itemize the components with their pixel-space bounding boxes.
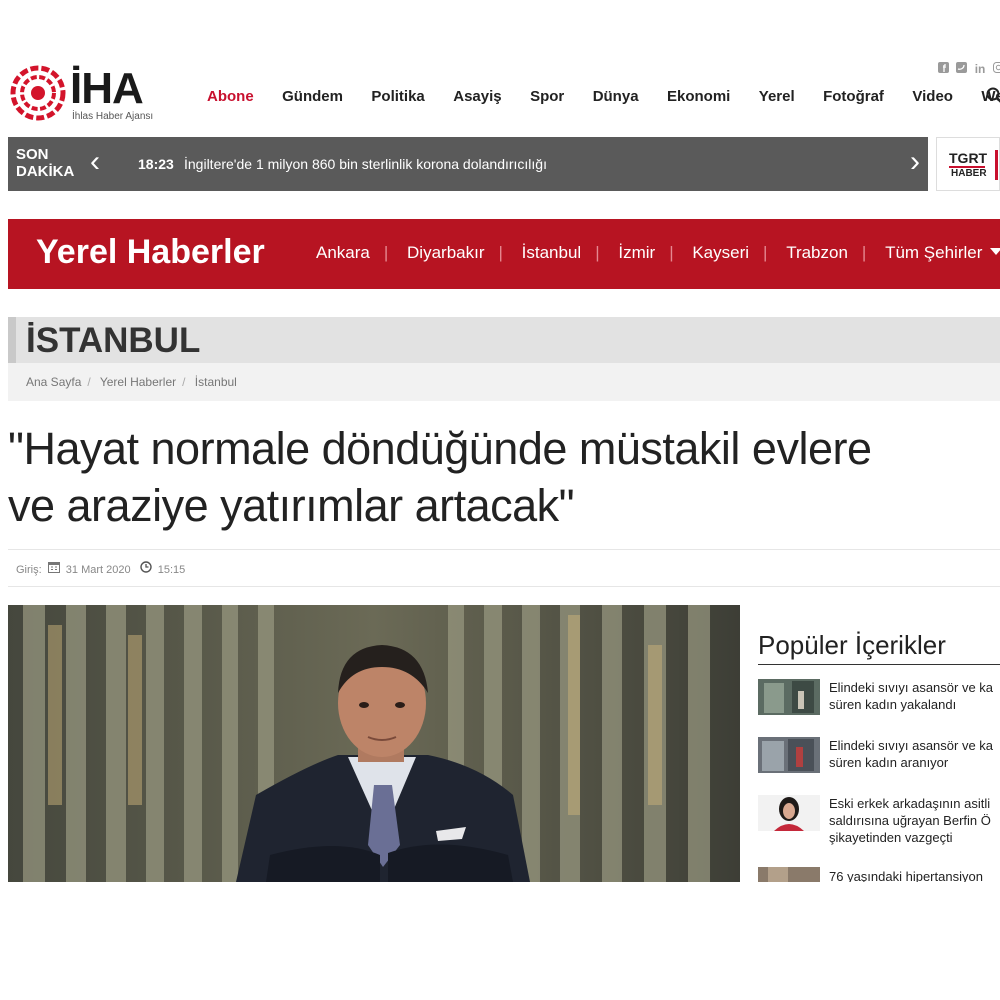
popular-item-text[interactable]: süren kadın aranıyor: [829, 754, 993, 771]
instagram-icon[interactable]: [992, 62, 1000, 76]
city-header: İSTANBUL: [8, 317, 1000, 363]
city-link-izmir[interactable]: İzmir: [618, 243, 655, 263]
popular-thumbnail[interactable]: [758, 679, 820, 715]
breaking-news-bar: SON DAKİKA ‹ 18:23 İngiltere'de 1 milyon…: [8, 137, 928, 191]
nav-asayis[interactable]: Asayiş: [453, 88, 501, 105]
popular-item-text[interactable]: saldırısına uğrayan Berfin Ö: [829, 812, 991, 829]
caret-down-icon: [990, 248, 1000, 255]
chevron-left-icon[interactable]: ‹: [90, 147, 100, 177]
nav-abone[interactable]: Abone: [207, 88, 254, 105]
twitter-icon[interactable]: [956, 62, 968, 76]
city-link-kayseri[interactable]: Kayseri: [692, 243, 749, 263]
breaking-time: 18:23: [138, 156, 174, 172]
clock-icon: [139, 561, 152, 576]
nav-dunya[interactable]: Dünya: [593, 88, 639, 105]
iha-logo-mark: [10, 65, 66, 121]
popular-item-text[interactable]: süren kadın yakalandı: [829, 696, 993, 713]
breadcrumb: Ana Sayfa / Yerel Haberler / İstanbul: [8, 363, 1000, 401]
city-link-diyarbakir[interactable]: Diyarbakır: [407, 243, 484, 263]
popular-thumbnail[interactable]: [758, 867, 820, 882]
popular-item[interactable]: Elindeki sıvıyı asansör ve ka süren kadı…: [758, 679, 1000, 719]
popular-item-text[interactable]: Elindeki sıvıyı asansör ve ka: [829, 737, 993, 754]
breaking-headline-link[interactable]: İngiltere'de 1 milyon 860 bin sterlinlik…: [184, 156, 547, 172]
breadcrumb-local-news[interactable]: Yerel Haberler: [100, 375, 176, 389]
city-link-ankara[interactable]: Ankara: [316, 243, 370, 263]
popular-item[interactable]: Eski erkek arkadaşının asitli saldırısın…: [758, 795, 1000, 847]
article-date: 31 Mart 2020: [65, 564, 131, 576]
article-meta: Giriş: 31 Mart 2020 15:15: [16, 561, 185, 576]
nav-fotograf[interactable]: Fotoğraf: [823, 88, 884, 105]
chevron-right-icon[interactable]: ›: [910, 147, 920, 177]
brand-name: İHA: [70, 64, 144, 113]
calendar-icon: [47, 561, 60, 576]
nav-ekonomi[interactable]: Ekonomi: [667, 88, 730, 105]
city-link-istanbul[interactable]: İstanbul: [522, 243, 582, 263]
all-cities-label: Tüm Şehirler: [885, 243, 983, 262]
linkedin-icon[interactable]: in: [975, 62, 986, 76]
main-nav: Abone Gündem Politika Asayiş Spor Dünya …: [207, 88, 1000, 108]
popular-item-text[interactable]: Eski erkek arkadaşının asitli: [829, 795, 991, 812]
iha-logo[interactable]: İHA İhlas Haber Ajansı: [8, 62, 173, 128]
local-news-bar: Yerel Haberler Ankara | Diyarbakır | İstan…: [8, 219, 1000, 289]
local-news-title[interactable]: Yerel Haberler: [36, 233, 265, 272]
city-link-trabzon[interactable]: Trabzon: [786, 243, 848, 263]
all-cities-dropdown[interactable]: Tüm Şehirler: [885, 243, 1000, 263]
nav-politika[interactable]: Politika: [371, 88, 424, 105]
popular-thumbnail[interactable]: [758, 795, 820, 831]
popular-item[interactable]: Elindeki sıvıyı asansör ve ka süren kadı…: [758, 737, 1000, 777]
popular-title: Popüler İçerikler: [758, 630, 946, 660]
search-icon[interactable]: [986, 87, 1000, 110]
tgrt-logo-subtext: HABER: [951, 168, 987, 179]
tgrt-logo-text: TGRT: [949, 150, 988, 166]
entry-label: Giriş:: [16, 564, 42, 576]
brand-subtitle: İhlas Haber Ajansı: [72, 111, 154, 122]
popular-item-text[interactable]: şikayetinden vazgeçti: [829, 829, 991, 846]
article-time: 15:15: [157, 564, 186, 576]
popular-item[interactable]: 76 yaşındaki hipertansiyon: [758, 867, 1000, 882]
popular-item-text[interactable]: 76 yaşındaki hipertansiyon: [829, 868, 983, 882]
city-title: İSTANBUL: [26, 321, 201, 360]
article-headline: "Hayat normale döndüğünde müstakil evler…: [8, 423, 872, 531]
article-photo[interactable]: [8, 605, 740, 882]
facebook-icon[interactable]: [938, 62, 949, 76]
breadcrumb-istanbul[interactable]: İstanbul: [195, 375, 237, 389]
breaking-label: SON DAKİKA: [16, 146, 75, 180]
tgrt-haber-logo[interactable]: TGRT HABER: [936, 137, 1000, 191]
nav-yerel[interactable]: Yerel: [759, 88, 795, 105]
breadcrumb-home[interactable]: Ana Sayfa: [26, 375, 81, 389]
nav-video[interactable]: Video: [912, 88, 953, 105]
nav-gundem[interactable]: Gündem: [282, 88, 343, 105]
nav-spor[interactable]: Spor: [530, 88, 564, 105]
popular-thumbnail[interactable]: [758, 737, 820, 773]
social-links: in: [938, 62, 1000, 76]
city-links: Ankara | Diyarbakır | İstanbul | İzmir | Kay…: [316, 243, 1000, 263]
popular-item-text[interactable]: Elindeki sıvıyı asansör ve ka: [829, 679, 993, 696]
